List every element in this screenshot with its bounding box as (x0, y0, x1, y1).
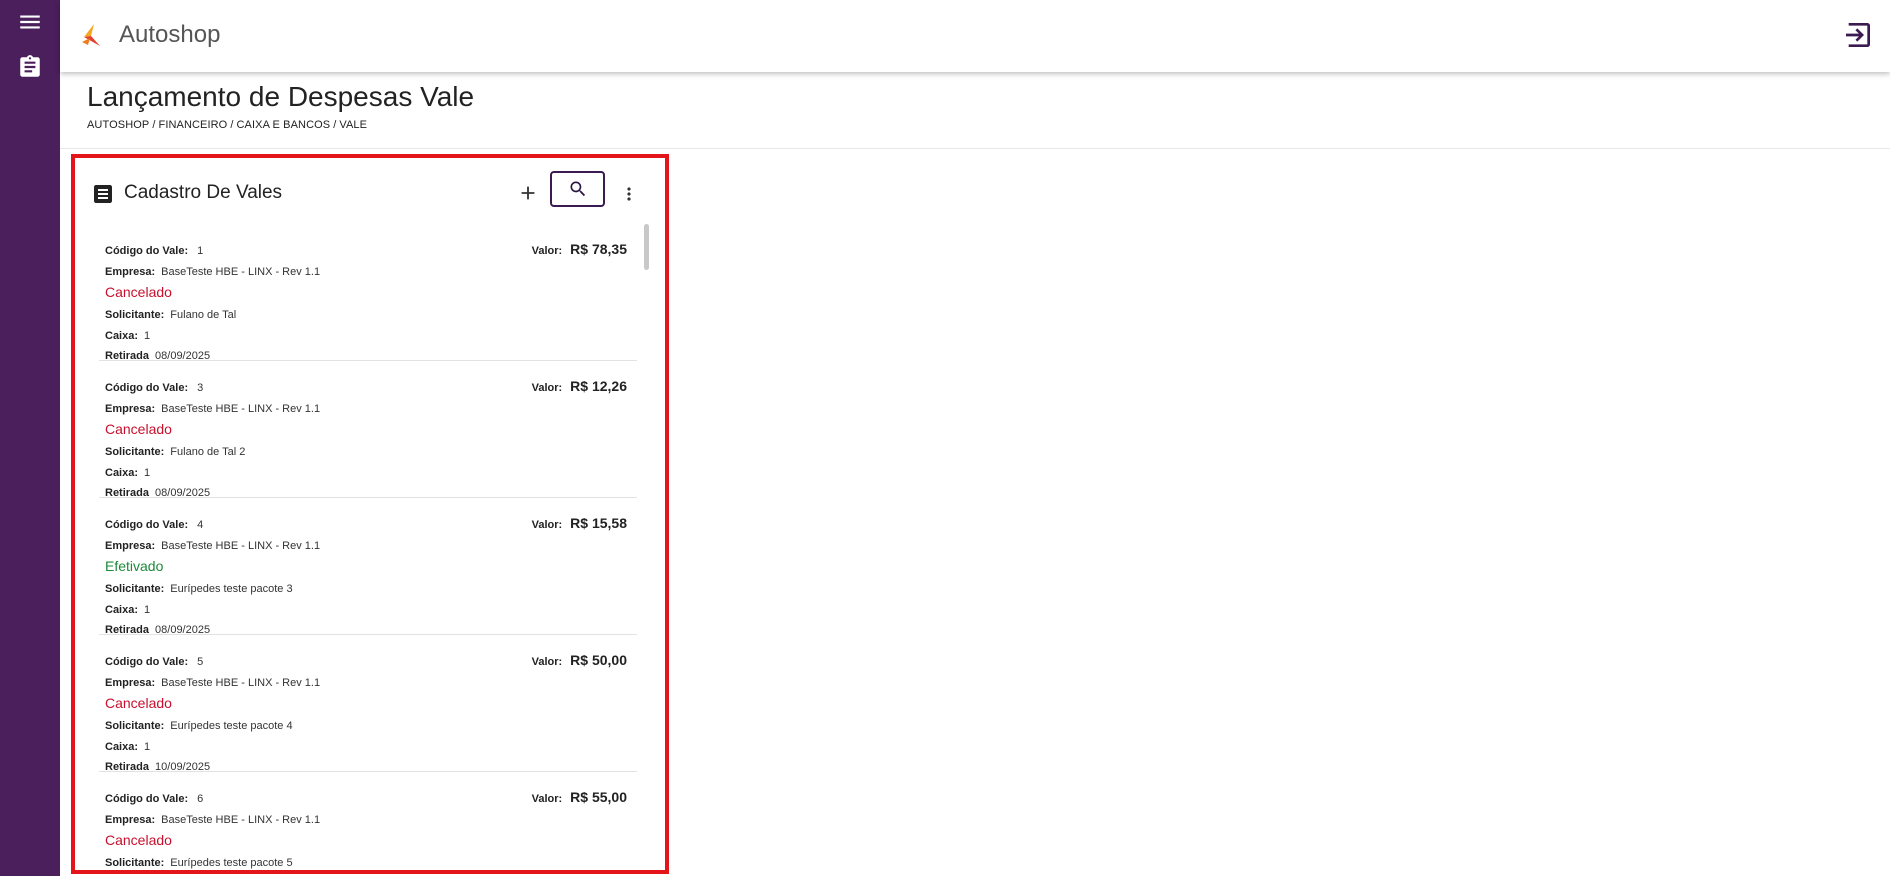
empresa-label: Empresa: (105, 814, 156, 826)
caixa-value: 1 (144, 604, 151, 616)
codigo-label: Código do Vale: (105, 245, 189, 257)
empresa-label: Empresa: (105, 540, 156, 552)
codigo-value: 6 (197, 793, 204, 805)
caixa-value: 1 (144, 741, 151, 753)
add-vale-button[interactable] (513, 178, 543, 208)
caixa-value: 1 (144, 467, 151, 479)
list-scrollbar[interactable] (644, 224, 649, 270)
codigo-value: 5 (197, 656, 204, 668)
more-vertical-icon (627, 187, 631, 201)
caixa-label: Caixa: (105, 467, 139, 479)
side-rail (0, 0, 60, 876)
menu-button[interactable] (0, 0, 60, 44)
solicitante-label: Solicitante: (105, 857, 165, 869)
solicitante-value: Fulano de Tal 2 (170, 446, 246, 458)
empresa-value: BaseTeste HBE - LINX - Rev 1.1 (161, 814, 321, 826)
vale-list-item[interactable]: Código do Vale: 3 Valor: R$ 12,26 Empresa:… (99, 361, 637, 499)
solicitante-value: Eurípedes teste pacote 3 (170, 583, 293, 595)
breadcrumb-item[interactable]: FINANCEIRO (159, 119, 228, 131)
vale-list[interactable]: Código do Vale: 1 Valor: R$ 78,35 Empresa:… (99, 224, 637, 870)
breadcrumb-item: VALE (339, 119, 368, 131)
plus-icon (521, 186, 535, 200)
caixa-label: Caixa: (105, 741, 139, 753)
autoshop-logo (78, 22, 104, 48)
vales-card: Cadastro De Vales Código do Vale: 1 Valor… (71, 154, 669, 874)
caixa-value: 1 (144, 330, 151, 342)
codigo-value: 4 (197, 519, 204, 531)
breadcrumb: AUTOSHOP / FINANCEIRO / CAIXA E BANCOS / VALE (87, 119, 368, 131)
valor-value: R$ 15,58 (570, 515, 627, 531)
valor-label: Valor: (531, 382, 563, 394)
status-text: Cancelado (105, 284, 172, 300)
breadcrumb-item[interactable]: AUTOSHOP (87, 119, 149, 131)
status-text: Efetivado (105, 558, 164, 574)
empresa-value: BaseTeste HBE - LINX - Rev 1.1 (161, 403, 321, 415)
solicitante-value: Eurípedes teste pacote 4 (170, 720, 293, 732)
header-divider (60, 148, 1890, 149)
solicitante-label: Solicitante: (105, 446, 165, 458)
codigo-label: Código do Vale: (105, 793, 189, 805)
valor-label: Valor: (531, 519, 563, 531)
logout-icon (1846, 23, 1870, 47)
vale-list-item[interactable]: Código do Vale: 6 Valor: R$ 55,00 Empresa:… (99, 772, 637, 870)
valor-value: R$ 78,35 (570, 241, 627, 257)
search-button[interactable] (550, 171, 605, 207)
vale-list-item[interactable]: Código do Vale: 4 Valor: R$ 15,58 Empresa:… (99, 498, 637, 636)
valor-label: Valor: (531, 656, 563, 668)
codigo-label: Código do Vale: (105, 519, 189, 531)
codigo-label: Código do Vale: (105, 382, 189, 394)
valor-value: R$ 55,00 (570, 789, 627, 805)
solicitante-value: Eurípedes teste pacote 5 (170, 857, 293, 869)
valor-value: R$ 50,00 (570, 652, 627, 668)
clipboard-button[interactable] (0, 45, 60, 89)
valor-value: R$ 12,26 (570, 378, 627, 394)
codigo-value: 1 (197, 245, 204, 257)
solicitante-label: Solicitante: (105, 720, 165, 732)
top-bar: Autoshop (60, 0, 1890, 72)
caixa-label: Caixa: (105, 604, 139, 616)
empresa-value: BaseTeste HBE - LINX - Rev 1.1 (161, 677, 321, 689)
codigo-value: 3 (197, 382, 204, 394)
empresa-label: Empresa: (105, 266, 156, 278)
list-icon (91, 182, 115, 206)
search-icon (570, 181, 585, 197)
vale-list-item[interactable]: Código do Vale: 5 Valor: R$ 50,00 Empresa:… (99, 635, 637, 773)
menu-icon (20, 15, 40, 29)
caixa-label: Caixa: (105, 330, 139, 342)
empresa-label: Empresa: (105, 677, 156, 689)
solicitante-label: Solicitante: (105, 583, 165, 595)
empresa-label: Empresa: (105, 403, 156, 415)
valor-label: Valor: (531, 793, 563, 805)
status-text: Cancelado (105, 421, 172, 437)
solicitante-value: Fulano de Tal (170, 309, 237, 321)
app-title: Autoshop (119, 21, 221, 48)
more-options-button[interactable] (619, 179, 639, 209)
empresa-value: BaseTeste HBE - LINX - Rev 1.1 (161, 540, 321, 552)
page-title: Lançamento de Despesas Vale (87, 81, 475, 112)
vale-list-item[interactable]: Código do Vale: 1 Valor: R$ 78,35 Empresa:… (99, 224, 637, 362)
card-header: Cadastro De Vales (75, 158, 665, 224)
valor-label: Valor: (531, 245, 563, 257)
logout-button[interactable] (1842, 19, 1874, 51)
status-text: Cancelado (105, 695, 172, 711)
codigo-label: Código do Vale: (105, 656, 189, 668)
card-title: Cadastro De Vales (124, 182, 283, 203)
breadcrumb-item[interactable]: CAIXA E BANCOS (237, 119, 331, 131)
solicitante-label: Solicitante: (105, 309, 165, 321)
empresa-value: BaseTeste HBE - LINX - Rev 1.1 (161, 266, 321, 278)
status-text: Cancelado (105, 832, 172, 848)
clipboard-icon (20, 55, 40, 77)
